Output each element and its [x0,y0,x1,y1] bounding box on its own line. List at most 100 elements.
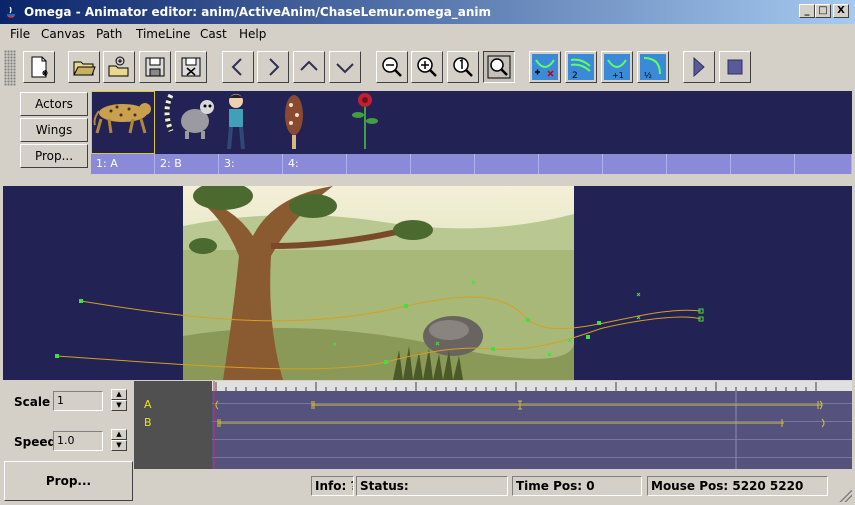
spinner-down-icon[interactable]: ▼ [111,400,127,411]
arrow-right-button[interactable] [257,51,289,83]
cast-slot-row: 1: A 2: B 3: 4: [91,154,852,174]
arrow-left-button[interactable] [222,51,254,83]
zoom-in-button[interactable] [411,51,443,83]
cast-slot[interactable]: 2: B [155,154,219,174]
scale-spinner[interactable]: ▲ ▼ [111,389,127,411]
cast-slot[interactable]: 1: A [91,154,155,174]
maximize-button[interactable]: □ [815,4,831,18]
save-as-icon [181,57,201,77]
menu-bar: File Canvas Path TimeLine Cast Help [0,24,855,44]
toolbar: 2 +1 ½ [0,46,855,90]
zoom-actual-icon [453,57,473,77]
menu-help[interactable]: Help [239,27,266,41]
spinner-down-icon[interactable]: ▼ [111,440,127,451]
leopard-thumbnail[interactable] [91,91,155,154]
cast-slot[interactable] [795,154,852,174]
chevron-right-icon [269,58,280,76]
path-two-label: 2 [572,71,578,80]
scale-label: Scale [14,395,51,409]
chevron-left-icon [231,58,242,76]
track-label-b[interactable]: B [144,416,152,429]
lemur-thumbnail[interactable] [159,91,219,154]
prop-button[interactable]: Prop... [4,461,133,501]
spinner-up-icon[interactable]: ▲ [111,429,127,440]
open-network-button[interactable] [103,51,135,83]
speed-field[interactable]: 1.0 [53,431,103,451]
zoom-in-icon [417,57,437,77]
animation-canvas[interactable] [3,186,852,380]
cast-slot[interactable] [411,154,475,174]
ice-cream-thumbnail[interactable] [279,91,309,154]
menu-timeline[interactable]: TimeLine [136,27,190,41]
stop-icon [727,59,743,75]
java-icon [7,6,15,18]
zoom-out-icon [382,57,402,77]
zoom-actual-button[interactable] [447,51,479,83]
open-network-icon [108,56,129,77]
minimize-button[interactable]: _ [799,4,815,18]
zoom-fit-icon [487,55,511,79]
chevron-down-icon [336,63,354,74]
play-icon [693,56,705,78]
title-bar: Omega - Animator editor: anim/ActiveAnim… [0,0,855,24]
cast-slot[interactable]: 3: [219,154,283,174]
arrow-up-button[interactable] [293,51,325,83]
close-button[interactable]: X [833,4,849,18]
save-as-button[interactable] [175,51,207,83]
cast-slot[interactable] [539,154,603,174]
cast-slot[interactable] [731,154,795,174]
menu-cast[interactable]: Cast [200,27,227,41]
cast-slot[interactable] [347,154,411,174]
menu-path[interactable]: Path [96,27,122,41]
cast-prop-button[interactable]: Prop... [20,144,88,168]
path-plus-one-button[interactable]: +1 [601,51,633,83]
timeline[interactable] [212,381,852,469]
status-text: Status: [356,476,508,496]
path-half-label: ½ [644,71,652,80]
scale-field[interactable]: 1 [53,391,103,411]
open-folder-button[interactable] [68,51,100,83]
cast-slot[interactable]: 4: [283,154,347,174]
path-half-icon: ½ [640,54,666,80]
status-time-pos: Time Pos: 0 [512,476,642,496]
toolbar-grip[interactable] [4,50,16,86]
path-half-button[interactable]: ½ [637,51,669,83]
actors-button[interactable]: Actors [20,92,88,116]
track-label-a[interactable]: A [144,398,152,411]
zoom-fit-button[interactable] [483,51,515,83]
play-button[interactable] [683,51,715,83]
open-folder-icon [73,61,96,76]
save-button[interactable] [139,51,171,83]
chevron-up-icon [300,60,318,71]
motion-paths [55,280,704,370]
resize-grip[interactable] [838,490,852,502]
cast-strip [91,91,852,154]
wings-button[interactable]: Wings [20,118,88,142]
path-add-remove-button[interactable] [529,51,561,83]
window-title: Omega - Animator editor: anim/ActiveAnim… [24,5,492,19]
speed-label: Speed [14,435,57,449]
zoom-out-button[interactable] [376,51,408,83]
menu-file[interactable]: File [10,27,30,41]
menu-canvas[interactable]: Canvas [41,27,85,41]
status-mouse-pos: Mouse Pos: 5220 5220 [647,476,828,496]
new-file-icon [31,56,48,78]
path-plus-one-icon: +1 [604,54,630,80]
speed-spinner[interactable]: ▲ ▼ [111,429,127,451]
boy-thumbnail[interactable] [219,91,253,154]
flower-thumbnail[interactable] [345,91,385,154]
arrow-down-button[interactable] [329,51,361,83]
cast-slot[interactable] [603,154,667,174]
new-file-button[interactable] [23,51,55,83]
timeline-tracks [212,381,852,469]
cast-slot[interactable] [475,154,539,174]
floppy-icon [145,57,165,77]
cast-slot[interactable] [667,154,731,174]
spinner-up-icon[interactable]: ▲ [111,389,127,400]
stop-button[interactable] [719,51,751,83]
path-plus-one-label: +1 [612,71,624,80]
status-info: Info: ? [311,476,354,496]
path-two-icon: 2 [568,54,594,80]
path-two-button[interactable]: 2 [565,51,597,83]
path-add-remove-icon [532,54,558,80]
